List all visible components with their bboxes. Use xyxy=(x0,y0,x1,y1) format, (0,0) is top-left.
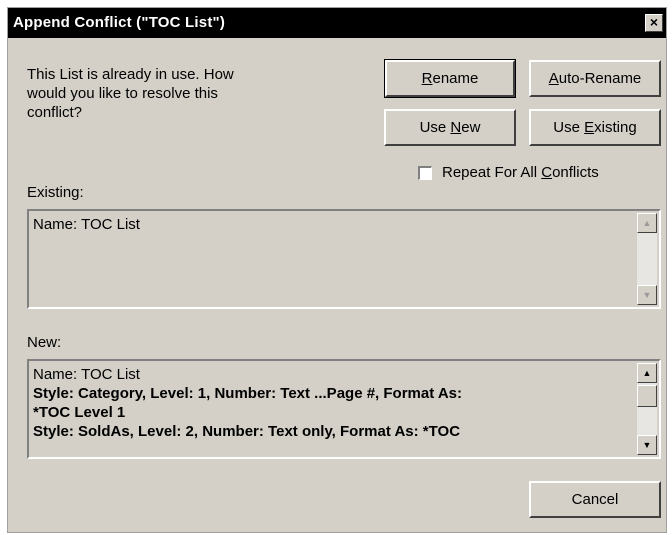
scroll-down-icon[interactable]: ▼ xyxy=(637,285,657,305)
list-item: Name: TOC List xyxy=(33,216,140,233)
append-conflict-dialog: Append Conflict ("TOC List") × This List… xyxy=(7,7,667,533)
use-existing-button[interactable]: Use Existing xyxy=(529,109,661,146)
scroll-up-icon[interactable]: ▲ xyxy=(637,363,657,383)
rename-button-label: Rename xyxy=(421,70,479,87)
scroll-thumb[interactable] xyxy=(637,385,657,407)
list-item: Style: SoldAs, Level: 2, Number: Text on… xyxy=(33,423,461,440)
scroll-down-icon[interactable]: ▼ xyxy=(637,435,657,455)
repeat-for-all-conflicts-label: Repeat For All Conflicts xyxy=(442,164,599,181)
repeat-for-all-conflicts-checkbox[interactable] xyxy=(418,166,432,180)
window-title: Append Conflict ("TOC List") xyxy=(13,14,226,31)
new-content: Name: TOC List Style: Category, Level: 1… xyxy=(33,365,633,455)
list-item: Name: TOC List xyxy=(33,366,140,383)
close-button[interactable]: × xyxy=(645,14,663,32)
close-icon: × xyxy=(649,14,659,30)
use-existing-button-label: Use Existing xyxy=(553,119,637,136)
use-new-button[interactable]: Use New xyxy=(384,109,516,146)
existing-label: Existing: xyxy=(27,184,84,201)
list-item: *TOC Level 1 xyxy=(33,404,126,421)
auto-rename-button-label: Auto-Rename xyxy=(548,70,642,87)
new-listbox[interactable]: Name: TOC List Style: Category, Level: 1… xyxy=(27,359,661,459)
new-label: New: xyxy=(27,334,62,351)
new-scrollbar[interactable]: ▲ ▼ xyxy=(637,363,657,455)
use-new-button-label: Use New xyxy=(419,119,481,136)
existing-listbox[interactable]: Name: TOC List ▲ ▼ xyxy=(27,209,661,309)
rename-button[interactable]: Rename xyxy=(384,59,516,98)
existing-scrollbar[interactable]: ▲ ▼ xyxy=(637,213,657,305)
auto-rename-button[interactable]: Auto-Rename xyxy=(529,60,661,97)
list-item: Style: Category, Level: 1, Number: Text … xyxy=(33,385,463,402)
scroll-up-icon[interactable]: ▲ xyxy=(637,213,657,233)
existing-content: Name: TOC List xyxy=(33,215,633,305)
cancel-button[interactable]: Cancel xyxy=(529,481,661,518)
conflict-message: This List is already in use. How would y… xyxy=(27,66,234,121)
title-bar[interactable]: Append Conflict ("TOC List") × xyxy=(8,8,666,38)
